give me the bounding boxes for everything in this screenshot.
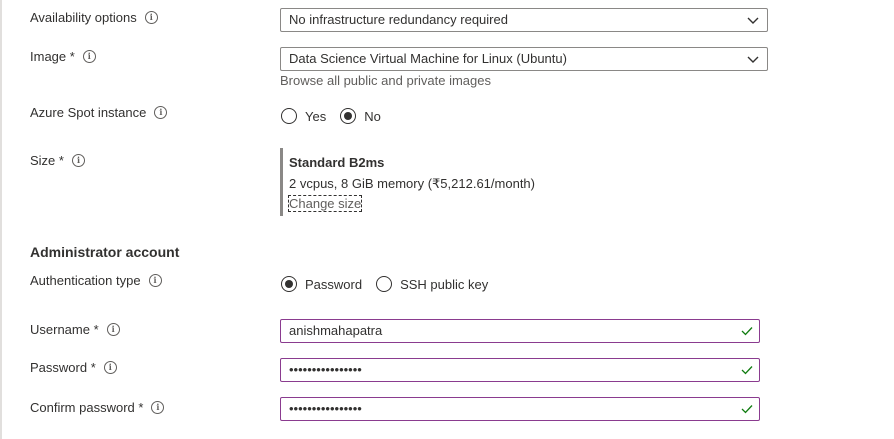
info-icon[interactable]: i [144, 11, 158, 24]
availability-options-dropdown[interactable]: No infrastructure redundancy required [280, 8, 768, 32]
username-label: Username * i [30, 322, 120, 337]
auth-password-radio[interactable]: Password [281, 276, 362, 292]
password-input[interactable]: •••••••••••••••• [280, 358, 760, 382]
size-description: 2 vcpus, 8 GiB memory (₹5,212.61/month) [289, 176, 535, 191]
checkmark-icon [741, 405, 753, 414]
azure-spot-radio-group: Yes No [281, 108, 395, 124]
availability-options-label: Availability options i [30, 10, 158, 25]
authentication-type-label: Authentication type i [30, 273, 162, 288]
username-input[interactable]: anishmahapatra [280, 319, 760, 343]
image-value: Data Science Virtual Machine for Linux (… [289, 51, 567, 66]
chevron-down-icon [747, 17, 759, 24]
spot-no-radio[interactable]: No [340, 108, 381, 124]
info-icon[interactable]: i [154, 106, 168, 119]
checkmark-icon [741, 366, 753, 375]
username-value: anishmahapatra [289, 323, 383, 338]
chevron-down-icon [747, 56, 759, 63]
image-dropdown[interactable]: Data Science Virtual Machine for Linux (… [280, 47, 768, 71]
confirm-password-value: •••••••••••••••• [289, 401, 362, 416]
administrator-account-heading: Administrator account [30, 244, 180, 260]
browse-images-link[interactable]: Browse all public and private images [280, 73, 491, 88]
size-name: Standard B2ms [289, 155, 385, 170]
change-size-link[interactable]: Change size [287, 195, 363, 212]
info-icon[interactable]: i [82, 50, 96, 63]
radio-checked-icon [340, 108, 357, 124]
size-summary: Standard B2ms 2 vcpus, 8 GiB memory (₹5,… [280, 148, 535, 216]
info-icon[interactable]: i [151, 401, 165, 414]
radio-unchecked-icon [376, 276, 393, 292]
radio-unchecked-icon [281, 108, 297, 124]
availability-options-value: No infrastructure redundancy required [289, 12, 508, 27]
auth-ssh-radio[interactable]: SSH public key [376, 276, 488, 292]
image-label: Image * i [30, 49, 96, 64]
info-icon[interactable]: i [103, 361, 117, 374]
spot-yes-radio[interactable]: Yes [281, 108, 326, 124]
radio-checked-icon [281, 276, 297, 292]
section-divider [0, 0, 2, 439]
info-icon[interactable]: i [106, 323, 120, 336]
vm-create-form: Availability options i No infrastructure… [0, 0, 894, 439]
confirm-password-input[interactable]: •••••••••••••••• [280, 397, 760, 421]
azure-spot-label: Azure Spot instance i [30, 105, 168, 120]
info-icon[interactable]: i [148, 274, 162, 287]
checkmark-icon [741, 327, 753, 336]
authentication-type-radio-group: Password SSH public key [281, 276, 502, 292]
size-label: Size * i [30, 153, 85, 168]
password-label: Password * i [30, 360, 117, 375]
confirm-password-label: Confirm password * i [30, 400, 165, 415]
info-icon[interactable]: i [71, 154, 85, 167]
password-value: •••••••••••••••• [289, 362, 362, 377]
